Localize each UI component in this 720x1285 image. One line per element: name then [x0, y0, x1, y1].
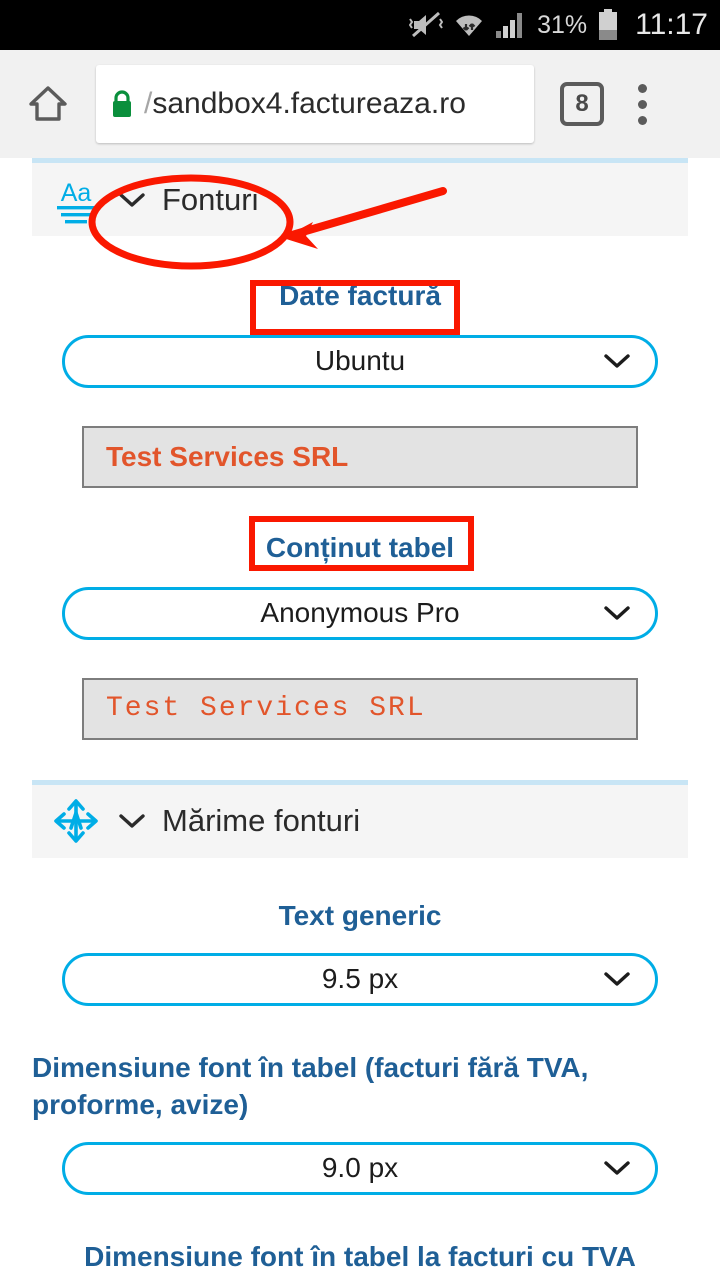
label-continut-tabel: Conținut tabel [265, 531, 455, 563]
tab-count-label: 8 [575, 90, 589, 117]
home-icon[interactable] [0, 50, 96, 158]
select-font-continut-tabel[interactable]: Anonymous Pro [62, 586, 658, 640]
url-host: sandbox4.factureaza.ro [152, 87, 466, 120]
status-bar-clock: 11:17 [635, 8, 708, 41]
preview-text: Test Services SRL [106, 440, 349, 472]
lock-icon [110, 89, 134, 119]
label-dimensiune-font-cu-tva: Dimensiune font în tabel la facturi cu T… [84, 1240, 636, 1272]
preview-text: Test Services SRL [106, 693, 426, 725]
chevron-down-icon[interactable] [603, 603, 631, 623]
section-marime-fonturi: Mărime fonturi Text generic 9.5 px Dimen… [0, 779, 720, 1280]
chevron-down-icon[interactable] [118, 190, 146, 210]
select-value: 9.0 px [321, 1152, 399, 1184]
webpage-content: Aa Fonturi Date factură Ubuntu Test Serv… [0, 158, 720, 1280]
preview-continut-tabel: Test Services SRL [82, 677, 638, 740]
chevron-down-icon[interactable] [118, 811, 146, 831]
chevron-down-icon[interactable] [603, 1158, 631, 1178]
select-size-fara-tva[interactable]: 9.0 px [62, 1141, 658, 1195]
android-status-bar: 31% 11:17 [0, 0, 720, 50]
label-text-generic: Text generic [278, 899, 442, 931]
label-date-factura: Date factură [279, 280, 441, 311]
battery-percent-label: 31% [537, 10, 588, 39]
menu-dot [637, 99, 647, 109]
select-value: Ubuntu [314, 345, 406, 377]
menu-dot [637, 83, 647, 93]
svg-text:Aa: Aa [61, 179, 92, 207]
menu-dot [637, 115, 647, 125]
select-value: 9.5 px [321, 963, 399, 995]
signal-bars-icon [495, 10, 527, 40]
arrows-expand-icon [50, 795, 102, 847]
section-header-fonturi[interactable]: Aa Fonturi [32, 158, 688, 236]
url-bar[interactable]: /sandbox4.factureaza.ro [96, 65, 534, 143]
section-fonturi: Aa Fonturi Date factură Ubuntu Test Serv… [0, 158, 720, 740]
section-title-marime-fonturi: Mărime fonturi [162, 803, 361, 839]
font-size-aa-icon: Aa [50, 175, 102, 225]
select-size-text-generic[interactable]: 9.5 px [62, 952, 658, 1006]
preview-date-factura: Test Services SRL [82, 425, 638, 488]
overflow-menu-icon[interactable] [604, 50, 680, 158]
url-text: /sandbox4.factureaza.ro [144, 87, 466, 121]
section-header-marime-fonturi[interactable]: Mărime fonturi [32, 779, 688, 858]
wifi-icon [453, 10, 485, 40]
chevron-down-icon[interactable] [603, 351, 631, 371]
tab-counter-button[interactable]: 8 [560, 82, 604, 126]
browser-toolbar: /sandbox4.factureaza.ro 8 [0, 50, 720, 158]
select-value: Anonymous Pro [260, 597, 460, 629]
select-font-date-factura[interactable]: Ubuntu [62, 334, 658, 388]
label-dimensiune-font-fara-tva: Dimensiune font în tabel (facturi fără T… [32, 1051, 589, 1120]
mute-vibrate-icon [409, 10, 444, 40]
chevron-down-icon[interactable] [603, 969, 631, 989]
battery-icon [597, 9, 619, 41]
section-title-fonturi: Fonturi [162, 181, 259, 217]
